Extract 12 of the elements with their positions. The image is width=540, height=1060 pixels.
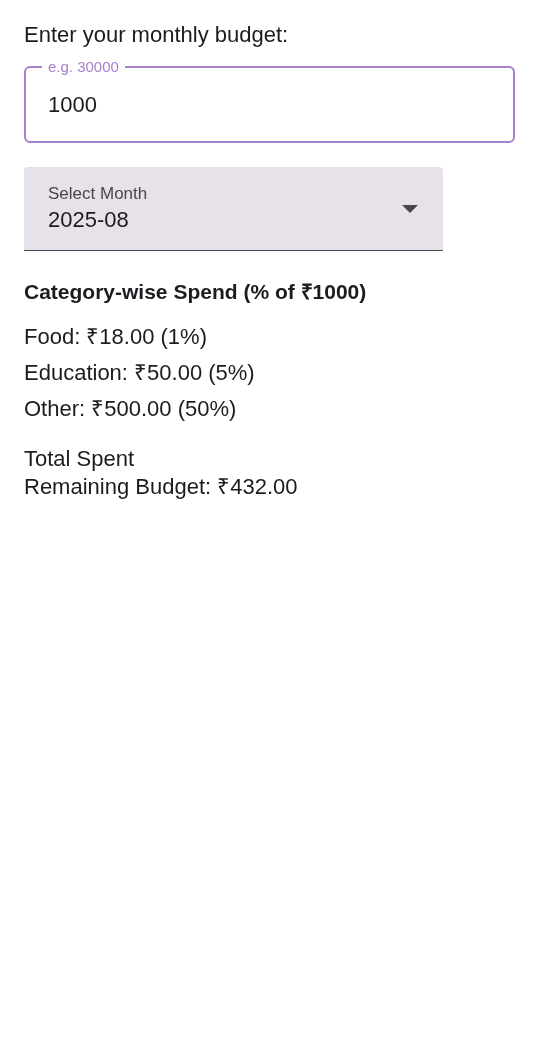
category-spend-line: Education: ₹50.00 (5%) <box>24 359 256 387</box>
budget-prompt: Enter your monthly budget: <box>24 21 290 49</box>
month-dropdown[interactable]: Select Month 2025-08 <box>24 167 443 251</box>
total-spent-text: Total Spent <box>24 445 136 473</box>
selected-month: 2025-08 <box>48 205 130 234</box>
dropdown-label: Select Month <box>48 182 149 205</box>
budget-value: 1000 <box>48 91 98 118</box>
category-spend-line: Food: ₹18.00 (1%) <box>24 323 208 351</box>
category-spend-line: Other: ₹500.00 (50%) <box>24 395 238 423</box>
dropdown-caret-icon <box>401 203 419 214</box>
category-heading: Category-wise Spend (% of ₹1000) <box>24 279 368 305</box>
remaining-budget-text: Remaining Budget: ₹432.00 <box>24 473 299 501</box>
